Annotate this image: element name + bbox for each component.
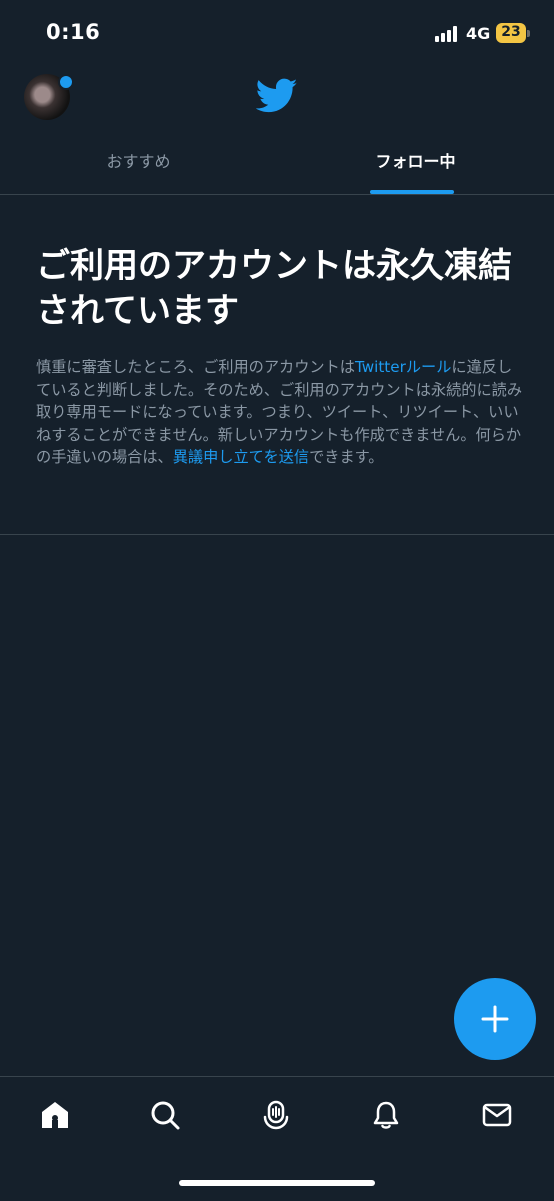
mail-icon <box>482 1103 512 1127</box>
battery-icon: 23 <box>496 23 530 43</box>
tab-selected-indicator <box>370 190 454 194</box>
status-time: 0:16 <box>46 20 101 44</box>
suspension-headline: ご利用のアカウントは永久凍結されています <box>36 246 512 331</box>
suspension-notice: ご利用のアカウントは永久凍結されています 慎重に審査したところ、ご利用のアカウン… <box>36 244 522 469</box>
suspension-body: 慎重に審査したところ、ご利用のアカウントはTwitterルールに違反していると判… <box>36 356 522 469</box>
bell-icon <box>373 1101 399 1129</box>
spaces-icon <box>263 1100 289 1130</box>
nav-spaces[interactable] <box>256 1095 296 1135</box>
timeline-tabs: おすすめ フォロー中 <box>0 136 554 195</box>
nav-search[interactable] <box>145 1095 185 1135</box>
home-indicator <box>179 1180 375 1186</box>
twitter-bird-icon <box>255 78 298 114</box>
tab-recommended[interactable]: おすすめ <box>0 136 277 194</box>
status-bar: 0:16 4G 23 <box>0 0 554 68</box>
tab-following[interactable]: フォロー中 <box>277 136 554 194</box>
notification-dot <box>58 74 74 90</box>
appeal-link[interactable]: 異議申し立てを送信 <box>173 448 309 466</box>
nav-home[interactable] <box>35 1095 75 1135</box>
twitter-rules-link[interactable]: Twitterルール <box>355 358 451 376</box>
cellular-signal-icon <box>435 26 460 42</box>
plus-icon <box>481 1005 509 1033</box>
body-text-part1: 慎重に審査したところ、ご利用のアカウントは <box>36 358 355 376</box>
home-icon <box>42 1102 68 1128</box>
battery-level: 23 <box>501 24 521 40</box>
nav-messages[interactable] <box>477 1095 517 1135</box>
search-icon <box>151 1101 180 1130</box>
section-divider <box>0 534 554 535</box>
body-text-part3: できます。 <box>309 448 384 466</box>
compose-tweet-button[interactable] <box>454 978 536 1060</box>
nav-notifications[interactable] <box>366 1095 406 1135</box>
network-type: 4G <box>466 24 491 43</box>
